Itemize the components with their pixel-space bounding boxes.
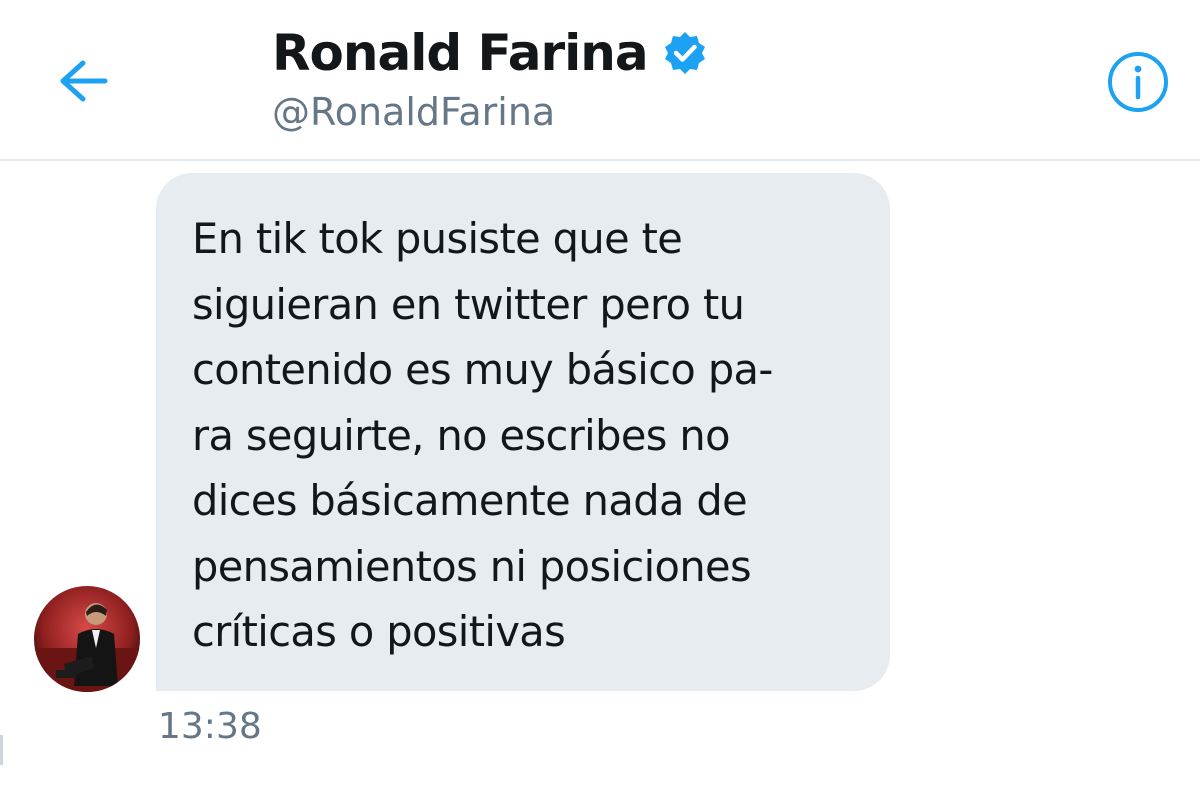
message-line: pensamientos ni posiciones <box>192 541 752 591</box>
message-text: En tik tok pusiste que te siguieran en tw… <box>192 206 870 665</box>
back-button[interactable] <box>52 50 114 112</box>
message-timestamp: 13:38 <box>158 706 262 747</box>
message-line: ra seguirte, no escribes no <box>192 410 730 460</box>
info-button[interactable] <box>1106 50 1170 114</box>
name-row: Ronald Farina <box>272 18 708 88</box>
user-handle: @RonaldFarina <box>272 90 556 134</box>
message-line: En tik tok pusiste que te <box>192 214 683 263</box>
conversation-header: Ronald Farina @RonaldFarina <box>0 0 1200 161</box>
display-name[interactable]: Ronald Farina <box>272 24 649 82</box>
info-icon <box>1108 52 1168 112</box>
edge-divider <box>0 735 3 765</box>
arrow-left-icon <box>60 60 108 102</box>
message-line: contenido es muy básico pa- <box>192 345 773 394</box>
message-bubble[interactable]: En tik tok pusiste que te siguieran en tw… <box>156 173 890 691</box>
message-line: dices básicamente nada de <box>192 476 748 525</box>
message-line: siguieran en twitter pero tu <box>192 279 745 329</box>
verified-badge-icon <box>662 30 708 76</box>
user-avatar[interactable] <box>34 586 140 692</box>
message-line: críticas o positivas <box>192 607 566 656</box>
